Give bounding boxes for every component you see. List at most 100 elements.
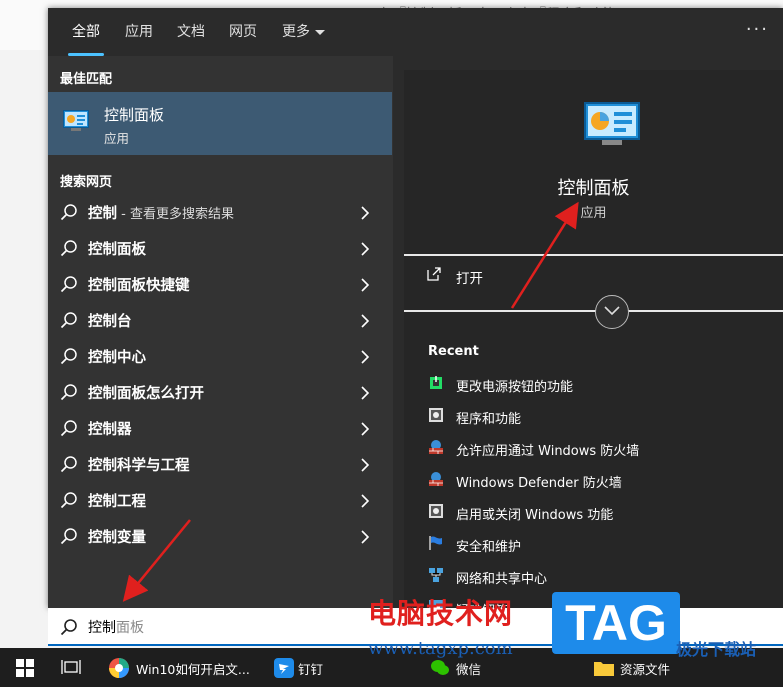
- folder-icon: [594, 662, 614, 676]
- tab-all[interactable]: 全部: [68, 8, 104, 56]
- watermark-title: 电脑技术网: [368, 597, 514, 630]
- search-icon: [60, 347, 78, 369]
- watermark-site2: 极光下载站: [676, 640, 757, 659]
- search-icon: [60, 618, 78, 640]
- recent-item[interactable]: 更改电源按钮的功能: [404, 368, 783, 400]
- divider: [404, 254, 783, 256]
- web-search-label: 控制面板快捷键: [88, 278, 190, 294]
- search-icon: [60, 527, 78, 549]
- web-search-label: 控制科学与工程: [88, 458, 190, 474]
- web-search-label: 控制 - 查看更多搜索结果: [88, 206, 234, 222]
- best-match-heading: 最佳匹配: [60, 72, 113, 87]
- tab-web[interactable]: 网页: [229, 8, 257, 56]
- taskbar-item-label: 微信: [456, 662, 482, 677]
- results-list: 最佳匹配 控制面板 应用 搜索网页 控制 - 查看更多搜索结果 控制面板 控制面板快…: [48, 56, 393, 608]
- web-search-item[interactable]: 控制中心: [48, 338, 392, 374]
- web-search-label: 控制器: [88, 422, 132, 438]
- chevron-right-icon: [361, 385, 370, 404]
- browser-icon: [109, 658, 129, 678]
- search-icon: [60, 491, 78, 513]
- web-search-item[interactable]: 控制 - 查看更多搜索结果: [48, 194, 392, 230]
- flag-icon: [428, 535, 444, 551]
- taskbar-item-label: 资源文件: [620, 662, 671, 677]
- search-nav-bar: 全部 应用 文档 网页 更多 ···: [48, 8, 783, 56]
- tab-more[interactable]: 更多: [282, 8, 325, 56]
- chevron-right-icon: [361, 349, 370, 368]
- preview-app-name: 控制面板: [557, 178, 630, 199]
- chevron-down-icon: [604, 306, 620, 316]
- search-icon: [60, 203, 78, 225]
- open-action[interactable]: 打开: [404, 258, 783, 294]
- recent-item[interactable]: 程序和功能: [404, 400, 783, 432]
- chevron-right-icon: [361, 205, 370, 224]
- recent-item-label: 允许应用通过 Windows 防火墙: [456, 444, 640, 459]
- task-view-button[interactable]: [58, 648, 84, 687]
- recent-item[interactable]: 允许应用通过 Windows 防火墙: [404, 432, 783, 464]
- recent-item[interactable]: 启用或关闭 Windows 功能: [404, 496, 783, 528]
- tab-apps[interactable]: 应用: [125, 8, 153, 56]
- windows-logo-icon: [16, 659, 34, 677]
- programs-icon: [428, 503, 444, 519]
- recent-item-label: 网络和共享中心: [456, 572, 548, 587]
- web-search-heading: 搜索网页: [60, 175, 113, 190]
- taskbar-item-label: Win10如何开启文...: [136, 662, 250, 677]
- web-search-item[interactable]: 控制台: [48, 302, 392, 338]
- search-icon: [60, 311, 78, 333]
- preview-app-type: 应用: [580, 206, 607, 221]
- web-search-item[interactable]: 控制面板: [48, 230, 392, 266]
- wechat-icon: [431, 660, 449, 675]
- recent-item[interactable]: Windows Defender 防火墙: [404, 464, 783, 496]
- firewall-icon: [428, 471, 444, 487]
- best-match-type: 应用: [104, 131, 130, 146]
- best-match-item[interactable]: 控制面板 应用: [48, 92, 392, 155]
- taskbar-item-dingtalk[interactable]: 钉钉: [266, 648, 336, 687]
- chevron-right-icon: [361, 277, 370, 296]
- taskbar-item-label: 钉钉: [298, 662, 324, 677]
- recent-item-label: Windows Defender 防火墙: [456, 476, 622, 491]
- web-search-item[interactable]: 控制面板快捷键: [48, 266, 392, 302]
- search-icon: [60, 239, 78, 261]
- recent-item[interactable]: 安全和维护: [404, 528, 783, 560]
- search-input[interactable]: 控制面板: [88, 617, 144, 637]
- more-options-icon[interactable]: ···: [746, 8, 769, 56]
- web-search-item[interactable]: 控制变量: [48, 518, 392, 554]
- tab-more-label: 更多: [282, 24, 310, 40]
- expand-button[interactable]: [595, 295, 629, 329]
- web-search-item[interactable]: 控制科学与工程: [48, 446, 392, 482]
- tab-documents[interactable]: 文档: [177, 8, 205, 56]
- web-search-item[interactable]: 控制工程: [48, 482, 392, 518]
- preview-pane: 控制面板 应用 打开 Recent 更改电源按钮的功能 程序和功能 允许应用通过 W…: [404, 70, 783, 619]
- dingtalk-icon: [274, 658, 294, 678]
- search-icon: [60, 419, 78, 441]
- best-match-name: 控制面板: [104, 106, 165, 124]
- web-search-label: 控制变量: [88, 530, 146, 546]
- chevron-right-icon: [361, 529, 370, 548]
- network-icon: [428, 567, 444, 583]
- watermark: 电脑技术网 www.tagxp.com TAG: [360, 588, 680, 659]
- search-icon: [60, 275, 78, 297]
- web-search-item[interactable]: 控制器: [48, 410, 392, 446]
- search-suggestion-text: 面板: [116, 620, 144, 636]
- firewall-icon: [428, 439, 444, 455]
- control-panel-large-icon: [584, 102, 640, 150]
- start-search-panel: 全部 应用 文档 网页 更多 ··· 最佳匹配 控制面板 应用 搜索网页 控制 …: [48, 8, 783, 619]
- chevron-right-icon: [361, 457, 370, 476]
- programs-icon: [428, 407, 444, 423]
- search-icon: [60, 455, 78, 477]
- chevron-right-icon: [361, 313, 370, 332]
- control-panel-icon: [63, 110, 89, 136]
- open-icon: [426, 266, 442, 286]
- start-button[interactable]: [12, 648, 38, 687]
- web-search-item[interactable]: 控制面板怎么打开: [48, 374, 392, 410]
- taskbar-item-browser[interactable]: Win10如何开启文...: [100, 648, 250, 687]
- chevron-right-icon: [361, 421, 370, 440]
- task-view-icon: [61, 660, 81, 674]
- open-label: 打开: [456, 271, 483, 287]
- recent-item-label: 更改电源按钮的功能: [456, 380, 574, 395]
- chevron-down-icon: [315, 29, 325, 35]
- recent-item-label: 安全和维护: [456, 540, 522, 555]
- chevron-right-icon: [361, 493, 370, 512]
- divider: [404, 310, 783, 312]
- recent-item-label: 启用或关闭 Windows 功能: [456, 508, 614, 523]
- web-search-label: 控制中心: [88, 350, 146, 366]
